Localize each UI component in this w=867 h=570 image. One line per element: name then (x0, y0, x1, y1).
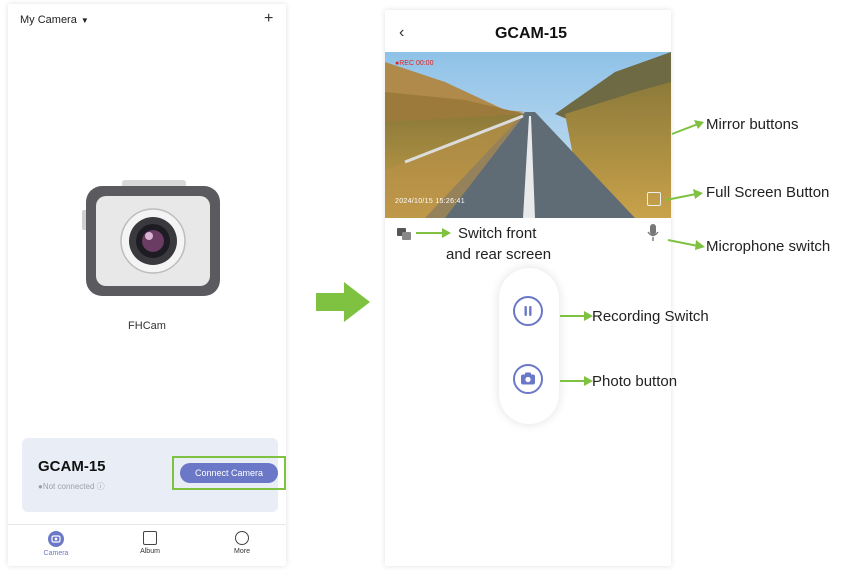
annotation-switch-line2: and rear screen (446, 246, 552, 263)
camera-device-illustration (82, 180, 220, 296)
more-icon (235, 531, 249, 545)
add-camera-button[interactable]: + (264, 10, 273, 28)
camera-selector-label: My Camera (20, 14, 77, 26)
control-panel (499, 268, 559, 424)
annotation-arrow-icon (560, 311, 593, 321)
photo-button[interactable] (513, 364, 543, 394)
road-scene-image (385, 52, 671, 218)
annotation-arrow-icon (560, 376, 593, 386)
live-video-feed[interactable]: ●REC 00:00 2024/10/15 15:26:41 (385, 52, 671, 218)
microphone-icon[interactable] (647, 224, 659, 242)
recording-indicator: ●REC 00:00 (395, 60, 434, 67)
nav-label-more: More (234, 548, 250, 555)
annotation-arrow-icon (671, 120, 704, 135)
connect-camera-button[interactable]: Connect Camera (180, 463, 278, 483)
annotation-arrow-icon (667, 239, 705, 250)
live-view-screen: ‹ GCAM-15 ●REC 00:00 2024/10/15 15:26:41 (385, 10, 671, 566)
back-icon[interactable]: ‹ (399, 24, 404, 42)
device-card: GCAM-15 ●Not connected ⓘ Connect Camera (22, 438, 286, 512)
nav-item-camera[interactable]: Camera (26, 531, 86, 557)
camera-selector-dropdown[interactable]: My Camera ▼ (20, 14, 89, 26)
annotation-switch-line1: Switch front (458, 225, 537, 242)
nav-item-more[interactable]: More (212, 531, 272, 555)
nav-label-camera: Camera (43, 550, 69, 557)
connection-status: ●Not connected ⓘ (38, 482, 105, 491)
video-timestamp: 2024/10/15 15:26:41 (395, 198, 465, 205)
camera-shutter-icon (521, 372, 535, 385)
connect-button-highlight: Connect Camera (172, 456, 286, 490)
fullscreen-icon[interactable] (647, 192, 661, 206)
camera-icon (48, 531, 64, 547)
bottom-navigation: Camera Album More (8, 524, 286, 566)
annotation-photo: Photo button (592, 373, 678, 390)
page-title: GCAM-15 (471, 20, 591, 48)
device-name-label: FHCam (128, 320, 166, 332)
pause-icon (524, 306, 532, 316)
camera-list-screen: My Camera ▼ + FHCam GCAM-15 ●Not connecte… (8, 4, 286, 566)
nav-item-album[interactable]: Album (120, 531, 180, 555)
caret-down-icon: ▼ (80, 16, 89, 25)
record-toggle-button[interactable] (513, 296, 543, 326)
nav-label-album: Album (140, 548, 160, 555)
annotation-arrow-icon (665, 189, 703, 201)
annotation-arrow-icon (416, 228, 451, 238)
card-device-name: GCAM-15 (38, 458, 106, 475)
flow-arrow-icon (316, 282, 370, 322)
album-icon (143, 531, 157, 545)
switch-screen-icon[interactable] (397, 228, 411, 240)
annotation-mirror: Mirror buttons (706, 116, 799, 133)
annotation-fullscreen: Full Screen Button (706, 184, 830, 201)
annotation-microphone: Microphone switch (706, 238, 831, 255)
annotation-recording: Recording Switch (592, 308, 709, 325)
